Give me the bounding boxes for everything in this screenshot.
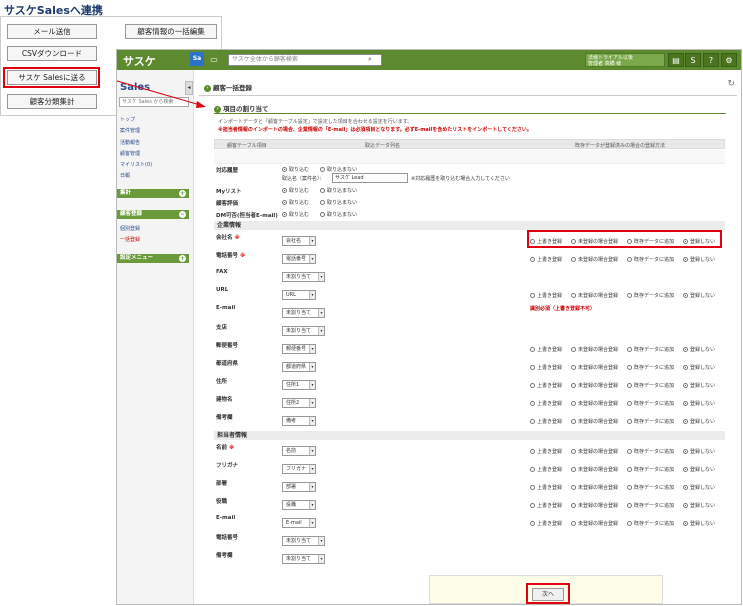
highlight-send-to-sales [3,67,100,88]
category-aggregate-button[interactable]: 顧客分類集計 [7,94,97,109]
sales-app-window: サスケ Sa ▭ サスケ全体から顧客検索 ⌕ 法様トライアル以後 管理者 高橋 … [116,49,742,605]
mail-send-button[interactable]: メール送信 [7,24,97,39]
guide-arrowhead [196,101,206,108]
guide-arrow [117,80,206,108]
bulk-edit-button[interactable]: 顧客情報の一括編集 [125,24,217,39]
csv-download-button[interactable]: CSVダウンロード [7,46,97,61]
